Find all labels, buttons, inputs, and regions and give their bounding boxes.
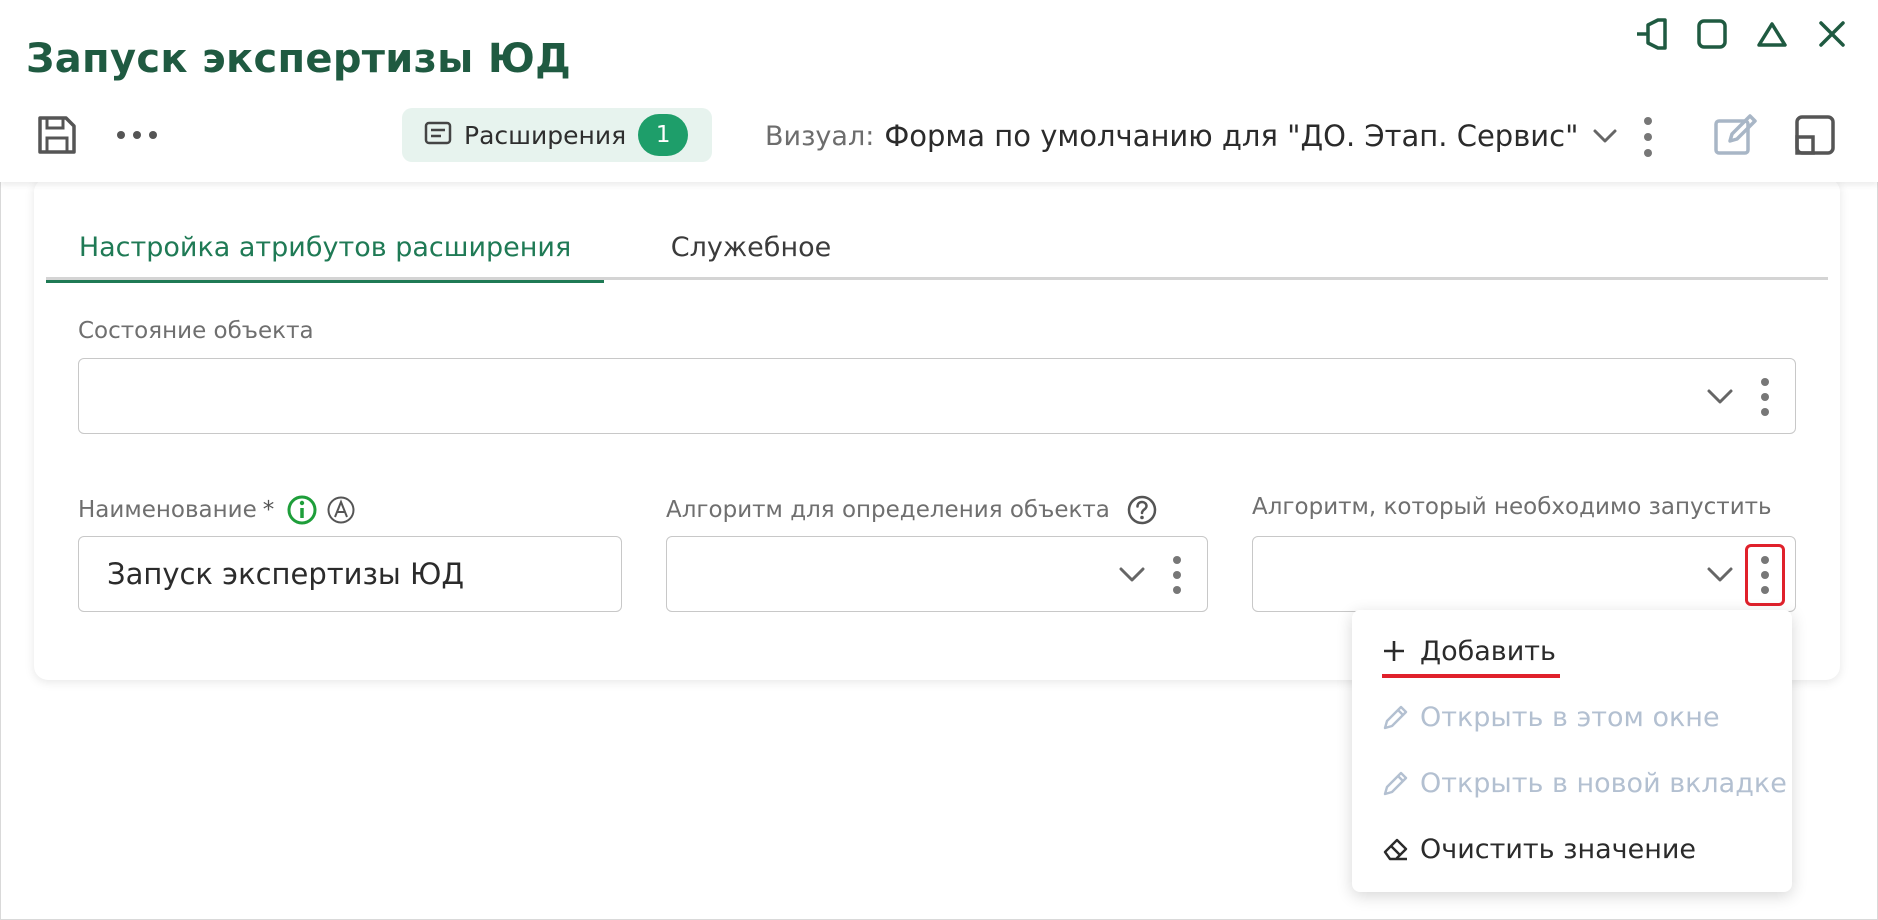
object-state-label: Состояние объекта [78,318,314,344]
object-algorithm-label: Алгоритм для определения объекта [666,494,1158,526]
collapse-icon[interactable] [1752,14,1792,54]
object-state-field[interactable] [78,358,1796,434]
eraser-icon [1382,836,1414,862]
run-algorithm-label-text: Алгоритм, который необходимо запустить [1252,494,1772,520]
visual-label: Визуал: [765,120,875,152]
close-icon[interactable] [1812,14,1852,54]
name-value: Запуск экспертизы ЮД [107,557,464,591]
object-state-buttons [1695,359,1785,435]
name-label: Наименование * [78,494,356,526]
more-horizontal-icon[interactable] [114,112,160,158]
help-icon[interactable] [1126,494,1158,526]
page-title: Запуск экспертизы ЮД [26,36,572,82]
window-controls [1632,14,1852,54]
menu-item-clear-value[interactable]: Очистить значение [1382,824,1696,874]
menu-item-open-new-tab[interactable]: Открыть в новой вкладке [1382,758,1787,808]
pin-icon[interactable] [1632,14,1672,54]
auto-icon[interactable] [326,495,356,525]
form-card: Настройка атрибутов расширения Служебное… [34,178,1840,680]
name-label-text: Наименование [78,497,257,523]
run-algorithm-field[interactable] [1252,536,1796,612]
visual-value: Форма по умолчанию для "ДО. Этап. Сервис… [884,119,1579,153]
header: Запуск экспертизы ЮД Расширения 1 Визуал… [0,0,1878,182]
extensions-count-badge: 1 [638,114,689,156]
menu-item-label: Очистить значение [1420,833,1697,865]
object-algorithm-label-text: Алгоритм для определения объекта [666,497,1110,523]
name-input[interactable]: Запуск экспертизы ЮД [78,536,622,612]
more-vertical-icon[interactable] [1157,544,1197,606]
field-actions-menu: Добавить Открыть в этом окне Открыть в н… [1352,610,1792,892]
menu-item-label: Открыть в новой вкладке [1420,767,1787,799]
menu-item-add[interactable]: Добавить [1382,626,1556,676]
layout-icon[interactable] [1792,112,1838,158]
extensions-icon [424,121,452,149]
required-mark: * [262,497,275,523]
object-algorithm-buttons [1107,537,1197,613]
chevron-down-icon[interactable] [1592,128,1618,144]
info-icon[interactable] [286,494,318,526]
pencil-icon [1382,769,1414,797]
save-icon[interactable] [34,112,80,158]
object-state-label-text: Состояние объекта [78,318,314,344]
plus-icon [1382,639,1414,663]
extensions-label: Расширения [464,120,627,150]
object-algorithm-field[interactable] [666,536,1208,612]
tab-bar: Настройка атрибутов расширения Служебное [46,214,1828,283]
run-algorithm-buttons [1695,537,1785,613]
menu-item-label: Открыть в этом окне [1420,701,1720,733]
visual-more-icon[interactable] [1636,114,1660,160]
more-vertical-icon[interactable] [1745,366,1785,428]
chevron-down-icon[interactable] [1107,550,1157,600]
tab-service[interactable]: Служебное [636,214,866,280]
extensions-button[interactable]: Расширения 1 [402,108,712,162]
pencil-icon [1382,703,1414,731]
menu-item-label: Добавить [1420,635,1556,667]
chevron-down-icon[interactable] [1695,372,1745,422]
maximize-icon[interactable] [1692,14,1732,54]
highlight-underline [1382,674,1560,678]
run-algorithm-label: Алгоритм, который необходимо запустить [1252,494,1772,520]
tab-extension-attributes[interactable]: Настройка атрибутов расширения [46,214,604,283]
menu-item-open-here[interactable]: Открыть в этом окне [1382,692,1720,742]
chevron-down-icon[interactable] [1695,550,1745,600]
visual-selector[interactable]: Визуал: Форма по умолчанию для "ДО. Этап… [765,116,1618,156]
more-vertical-icon[interactable] [1745,544,1785,606]
edit-icon[interactable] [1712,112,1758,158]
